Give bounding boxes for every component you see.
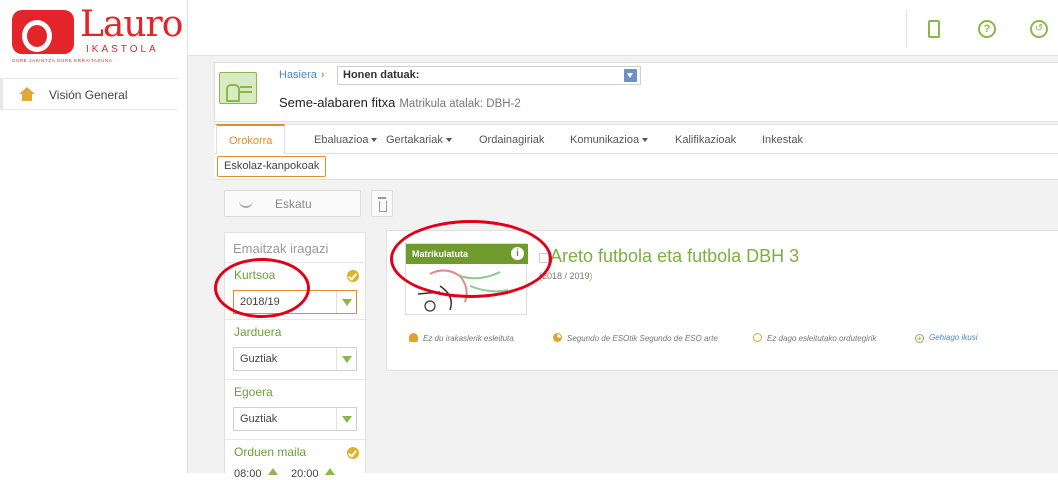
sidebar-item-label: Visión General bbox=[49, 88, 128, 102]
filter-state: Egoera Guztiak bbox=[225, 379, 365, 439]
lauro-logo[interactable]: Lauro IKASTOLA GURE JAKINTZA GURE ERRAIT… bbox=[12, 4, 183, 63]
schedule-info: Ez dago esleitutako ordutegirik bbox=[753, 333, 876, 343]
filter-state-label: Egoera bbox=[234, 385, 273, 399]
tab-ordainagiriak[interactable]: Ordainagiriak bbox=[479, 125, 544, 155]
activity-year: (2018 / 2019) bbox=[539, 271, 593, 281]
course-select[interactable]: 2018/19 bbox=[233, 290, 357, 314]
check-circle-icon bbox=[347, 270, 359, 282]
activity-select[interactable]: Guztiak bbox=[233, 347, 357, 371]
activity-select-value: Guztiak bbox=[240, 353, 278, 365]
football-player-image bbox=[417, 269, 509, 312]
breadcrumb: Hasiera › bbox=[279, 69, 329, 81]
student-header: Hasiera › Honen datuak: Seme-alabaren fit… bbox=[214, 62, 1058, 122]
request-icon bbox=[239, 200, 253, 208]
logo-mark-icon bbox=[12, 10, 74, 54]
request-button[interactable]: Eskatu bbox=[224, 190, 361, 217]
spin-up-icon[interactable] bbox=[267, 468, 278, 475]
help-icon[interactable]: ? bbox=[978, 20, 996, 38]
activity-checkbox[interactable] bbox=[539, 253, 549, 263]
tab-komunikazioa[interactable]: Komunikazioa bbox=[570, 125, 649, 155]
filter-panel: Emaitzak iragazi Kurtsoa 2018/19 Jarduer… bbox=[224, 232, 366, 480]
level-info: Segundo de ESOtik Segundo de ESO arte bbox=[553, 333, 718, 343]
topbar-divider bbox=[906, 10, 907, 48]
filter-activity-label: Jarduera bbox=[234, 325, 282, 339]
tab-kalifikazioak[interactable]: Kalifikazioak bbox=[675, 125, 736, 155]
person-icon bbox=[409, 333, 418, 342]
request-button-label: Eskatu bbox=[275, 197, 312, 211]
time-from-field[interactable]: 08:00 bbox=[234, 468, 278, 480]
see-more-link[interactable]: + Gehiago ikusi bbox=[915, 333, 977, 343]
filter-course-label: Kurtsoa bbox=[234, 268, 276, 282]
filter-title: Emaitzak iragazi bbox=[233, 241, 329, 256]
filter-schedule: Orduen maila 08:00 20:00 bbox=[225, 439, 365, 480]
tab-orokorra[interactable]: Orokorra bbox=[216, 124, 286, 155]
subtab-eskolaz-kanpokoak[interactable]: Eskolaz-kanpokoak bbox=[217, 156, 327, 177]
caret-down-icon bbox=[371, 138, 378, 142]
time-to-field[interactable]: 20:00 bbox=[291, 468, 335, 480]
delete-button[interactable] bbox=[371, 190, 393, 217]
page-title-text: Seme-alabaren fitxa bbox=[279, 95, 396, 110]
activity-title[interactable]: Areto futbola eta futbola DBH 3 bbox=[550, 246, 799, 267]
filter-course: Kurtsoa 2018/19 bbox=[225, 262, 365, 319]
logo-subtitle: IKASTOLA bbox=[86, 44, 159, 55]
check-circle-icon bbox=[347, 447, 359, 459]
pie-icon bbox=[553, 333, 562, 342]
status-badge: Matrikulatuta i bbox=[406, 244, 528, 264]
chevron-down-icon[interactable] bbox=[624, 69, 637, 82]
spin-up-icon[interactable] bbox=[324, 468, 335, 475]
chevron-down-icon[interactable] bbox=[336, 291, 356, 313]
activity-card: Matrikulatuta i Areto futbola eta futbol… bbox=[386, 230, 1058, 371]
tab-gertakariak[interactable]: Gertakariak bbox=[386, 125, 452, 155]
sidebar-item-vision-general[interactable]: Visión General bbox=[0, 78, 178, 110]
course-select-value: 2018/19 bbox=[240, 296, 280, 308]
sidebar: Lauro IKASTOLA GURE JAKINTZA GURE ERRAIT… bbox=[0, 0, 188, 473]
state-select-value: Guztiak bbox=[240, 413, 278, 425]
tab-inkestak[interactable]: Inkestak bbox=[762, 125, 803, 155]
state-select[interactable]: Guztiak bbox=[233, 407, 357, 431]
filter-schedule-label: Orduen maila bbox=[234, 445, 307, 459]
sub-tabbar: Eskolaz-kanpokoak bbox=[214, 154, 1058, 180]
breadcrumb-home[interactable]: Hasiera bbox=[279, 69, 317, 81]
caret-down-icon bbox=[642, 138, 649, 142]
main-content: Hasiera › Honen datuak: Seme-alabaren fit… bbox=[188, 56, 1058, 480]
clock-icon bbox=[753, 333, 762, 342]
main-tabs: Orokorra Ebaluazioa Gertakariak Ordainag… bbox=[214, 124, 1058, 155]
activity-thumbnail[interactable]: Matrikulatuta i bbox=[405, 243, 528, 315]
status-badge-label: Matrikulatuta bbox=[412, 249, 469, 259]
caret-down-icon bbox=[445, 138, 452, 142]
breadcrumb-separator-icon: › bbox=[320, 69, 325, 81]
topbar: ? ↺ bbox=[188, 0, 1058, 56]
student-select-label: Honen datuak: bbox=[343, 69, 420, 81]
logo-tagline: GURE JAKINTZA GURE ERRAITASUNA bbox=[12, 58, 113, 63]
teacher-info: Ez du irakaslerik esleituta bbox=[409, 333, 514, 343]
filter-activity: Jarduera Guztiak bbox=[225, 319, 365, 379]
plus-icon: + bbox=[915, 334, 924, 343]
chevron-down-icon[interactable] bbox=[336, 348, 356, 370]
page-title: Seme-alabaren fitxa Matrikula atalak: DBH… bbox=[279, 95, 521, 110]
student-select[interactable]: Honen datuak: bbox=[337, 66, 641, 85]
id-card-icon bbox=[219, 72, 257, 104]
logo-word: Lauro bbox=[80, 4, 183, 45]
page-subtitle: Matrikula atalak: DBH-2 bbox=[399, 98, 521, 110]
tablet-icon[interactable] bbox=[928, 20, 940, 38]
chevron-down-icon[interactable] bbox=[336, 408, 356, 430]
history-icon[interactable]: ↺ bbox=[1030, 20, 1048, 38]
info-icon[interactable]: i bbox=[511, 247, 524, 260]
home-icon bbox=[19, 87, 35, 101]
tab-ebaluazioa[interactable]: Ebaluazioa bbox=[314, 125, 378, 155]
